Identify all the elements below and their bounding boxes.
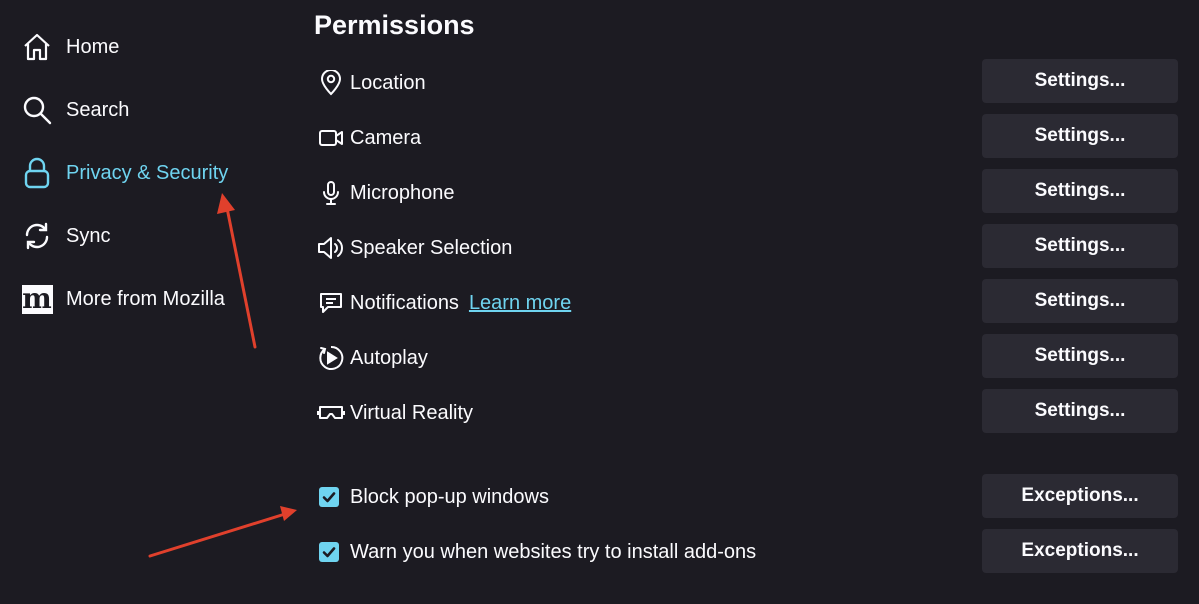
autoplay-icon — [316, 343, 346, 373]
sidebar-item-search[interactable]: Search — [20, 90, 129, 130]
warn-addons-checkbox[interactable] — [319, 542, 339, 562]
learn-more-link[interactable]: Learn more — [469, 292, 571, 315]
notifications-settings-button[interactable]: Settings... — [982, 279, 1178, 323]
location-settings-button[interactable]: Settings... — [982, 59, 1178, 103]
addon-exceptions-button[interactable]: Exceptions... — [982, 529, 1178, 573]
checkmark-icon — [322, 492, 336, 503]
block-popups-checkbox[interactable] — [319, 487, 339, 507]
permission-label: Virtual Reality — [350, 401, 474, 424]
permission-label: Camera — [350, 126, 422, 149]
sidebar-item-more-from-mozilla[interactable]: m More from Mozilla — [20, 279, 225, 319]
permissions-section: Permissions Location Settings... Camera … — [312, 0, 1199, 604]
virtual-reality-settings-button[interactable]: Settings... — [982, 389, 1178, 433]
location-icon — [316, 68, 346, 98]
speaker-settings-button[interactable]: Settings... — [982, 224, 1178, 268]
sidebar-item-sync[interactable]: Sync — [20, 216, 110, 256]
camera-settings-button[interactable]: Settings... — [982, 114, 1178, 158]
autoplay-settings-button[interactable]: Settings... — [982, 334, 1178, 378]
permission-label: Speaker Selection — [350, 236, 513, 259]
microphone-settings-button[interactable]: Settings... — [982, 169, 1178, 213]
home-icon — [20, 30, 54, 64]
sidebar-item-label: Sync — [66, 224, 111, 247]
vr-headset-icon — [316, 398, 346, 428]
block-popups-label[interactable]: Block pop-up windows — [350, 486, 549, 509]
sidebar: Home Search Privacy & Security Sync m Mo… — [0, 0, 280, 604]
permission-label: Microphone — [350, 181, 455, 204]
sidebar-item-home[interactable]: Home — [20, 27, 119, 67]
permission-label: Notifications — [350, 291, 459, 314]
permission-label: Location — [350, 71, 426, 94]
microphone-icon — [316, 178, 346, 208]
sidebar-item-privacy-security[interactable]: Privacy & Security — [20, 153, 228, 193]
speaker-icon — [316, 233, 346, 263]
checkmark-icon — [322, 547, 336, 558]
sidebar-item-label: More from Mozilla — [66, 287, 225, 310]
mozilla-m-icon: m — [21, 282, 53, 315]
camera-icon — [316, 123, 346, 153]
sidebar-item-label: Privacy & Security — [66, 161, 229, 184]
search-icon — [20, 93, 54, 127]
lock-icon — [20, 156, 54, 190]
page-title: Permissions — [314, 10, 475, 40]
permission-label: Autoplay — [350, 346, 428, 369]
sidebar-item-label: Search — [66, 98, 130, 121]
sync-icon — [20, 219, 54, 253]
popup-exceptions-button[interactable]: Exceptions... — [982, 474, 1178, 518]
warn-addons-label[interactable]: Warn you when websites try to install ad… — [350, 541, 756, 564]
sidebar-item-label: Home — [66, 35, 120, 58]
notification-icon — [316, 288, 346, 318]
